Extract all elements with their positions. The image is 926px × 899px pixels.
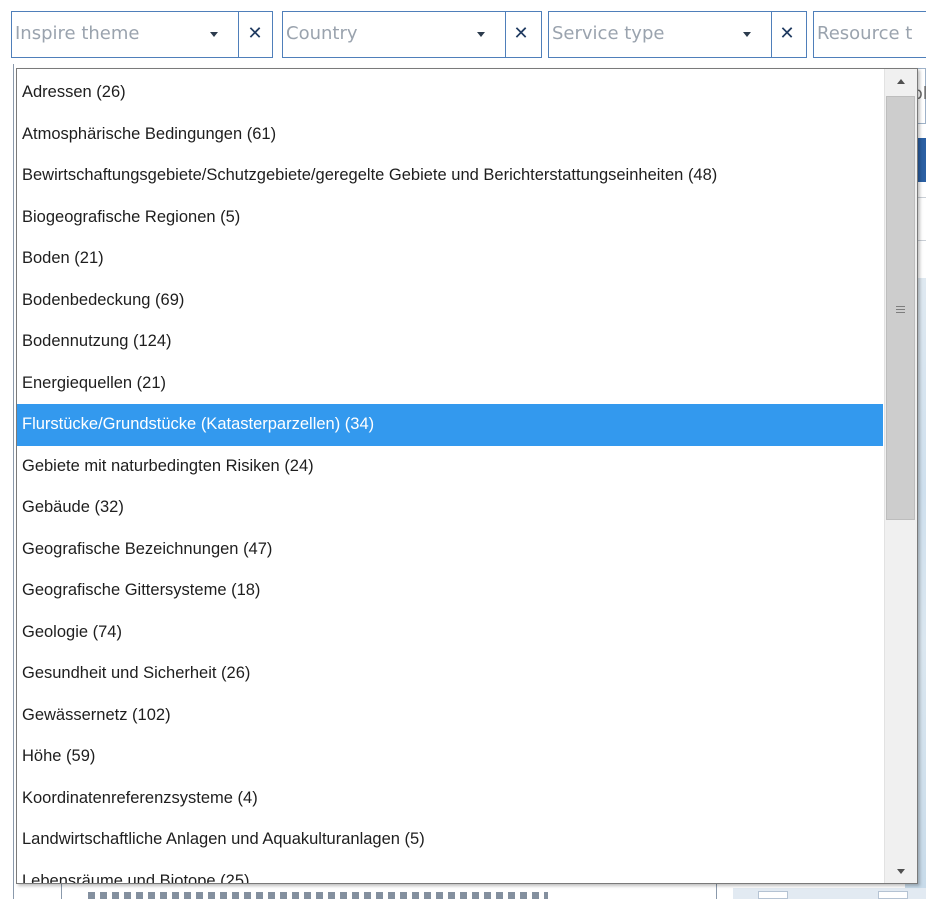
- dropdown-option[interactable]: Geologie (74): [17, 612, 883, 654]
- grip-line: [896, 306, 905, 307]
- scrollbar-thumb[interactable]: [886, 96, 915, 520]
- filter-divider: [238, 12, 239, 57]
- dropdown-option[interactable]: Gewässernetz (102): [17, 695, 883, 737]
- clipped-text-fragment: [88, 892, 548, 899]
- inspire-theme-filter[interactable]: Inspire theme ✕: [11, 11, 273, 58]
- screen: Inspire theme ✕ Country ✕ Service type ✕…: [0, 0, 926, 899]
- dropdown-option[interactable]: Atmosphärische Bedingungen (61): [17, 114, 883, 156]
- dropdown-option[interactable]: Koordinatenreferenzsysteme (4): [17, 778, 883, 820]
- close-icon[interactable]: ✕: [243, 23, 267, 44]
- dropdown-option[interactable]: Gebiete mit naturbedingten Risiken (24): [17, 446, 883, 488]
- dropdown-option[interactable]: Bodenbedeckung (69): [17, 280, 883, 322]
- filter-divider: [505, 12, 506, 57]
- dropdown-option[interactable]: Höhe (59): [17, 736, 883, 778]
- dropdown-option[interactable]: Geografische Bezeichnungen (47): [17, 529, 883, 571]
- dropdown-option[interactable]: Landwirtschaftliche Anlagen und Aquakult…: [17, 819, 883, 861]
- country-filter[interactable]: Country ✕: [282, 11, 542, 58]
- dropdown-option[interactable]: Biogeografische Regionen (5): [17, 197, 883, 239]
- country-placeholder: Country: [286, 23, 358, 44]
- dropdown-option[interactable]: Gesundheit und Sicherheit (26): [17, 653, 883, 695]
- chevron-down-icon[interactable]: [210, 32, 218, 37]
- dropdown-option[interactable]: Flurstücke/Grundstücke (Katasterparzelle…: [17, 404, 883, 446]
- scrollbar[interactable]: [884, 69, 917, 883]
- control-fragment[interactable]: [758, 891, 788, 899]
- service-type-placeholder: Service type: [552, 23, 665, 44]
- inspire-theme-placeholder: Inspire theme: [15, 23, 140, 44]
- close-icon[interactable]: ✕: [509, 23, 533, 44]
- resource-type-placeholder: Resource t: [817, 23, 913, 44]
- chevron-down-icon[interactable]: [477, 32, 485, 37]
- inspire-theme-option-list[interactable]: Adressen (26) Atmosphärische Bedingungen …: [17, 72, 883, 884]
- dropdown-option[interactable]: Adressen (26): [17, 72, 883, 114]
- resource-type-filter[interactable]: Resource t: [813, 11, 926, 58]
- dropdown-option[interactable]: Boden (21): [17, 238, 883, 280]
- dropdown-option[interactable]: Gebäude (32): [17, 487, 883, 529]
- control-fragment[interactable]: [878, 891, 908, 899]
- arrow-down-icon[interactable]: [897, 869, 905, 874]
- dropdown-option[interactable]: Bewirtschaftungsgebiete/Schutzgebiete/ge…: [17, 155, 883, 197]
- dropdown-option[interactable]: Geografische Gittersysteme (18): [17, 570, 883, 612]
- dropdown-option[interactable]: Energiequellen (21): [17, 363, 883, 405]
- filter-divider: [771, 12, 772, 57]
- arrow-up-icon[interactable]: [897, 79, 905, 84]
- chevron-down-icon[interactable]: [743, 32, 751, 37]
- service-type-filter[interactable]: Service type ✕: [548, 11, 807, 58]
- close-icon[interactable]: ✕: [775, 23, 799, 44]
- grip-line: [896, 309, 905, 310]
- inspire-theme-dropdown[interactable]: Adressen (26) Atmosphärische Bedingungen …: [16, 68, 918, 884]
- page-left-border: [13, 64, 14, 899]
- dropdown-option[interactable]: Lebensräume und Biotope (25): [17, 861, 883, 884]
- grip-line: [896, 312, 905, 313]
- dropdown-option[interactable]: Bodennutzung (124): [17, 321, 883, 363]
